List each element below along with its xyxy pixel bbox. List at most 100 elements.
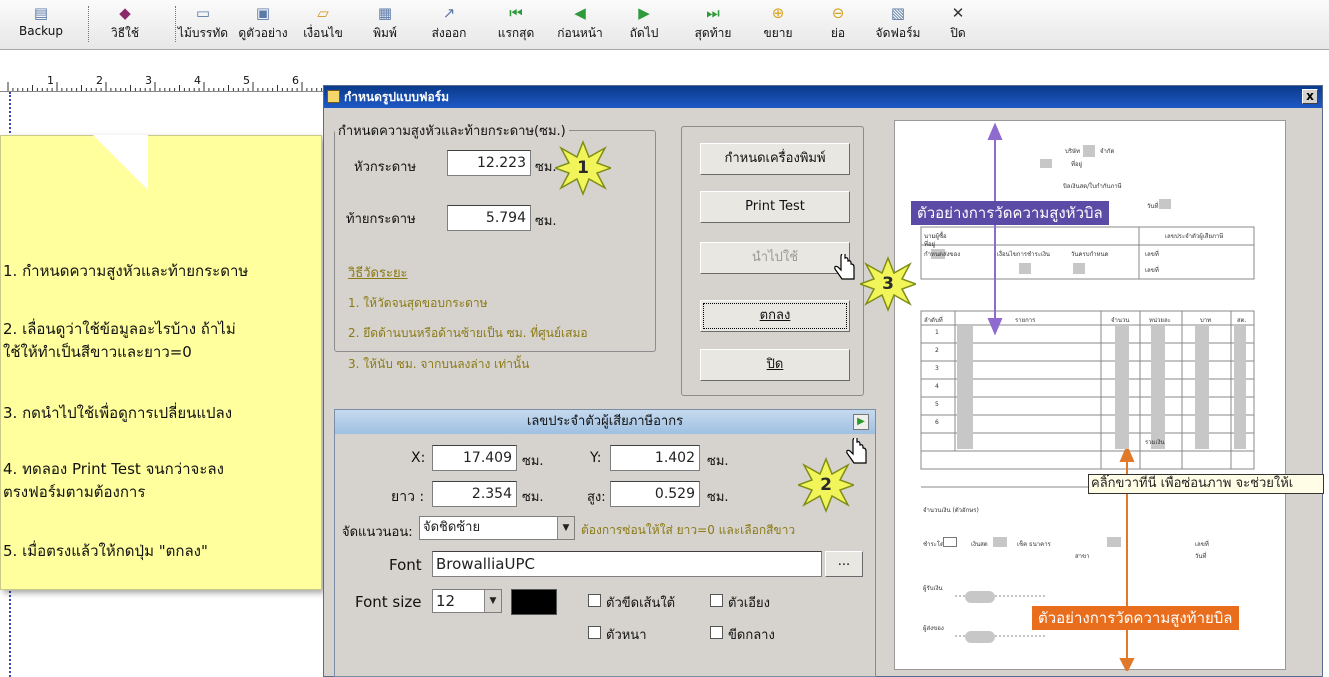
dialog-close-button[interactable]: x (1302, 89, 1318, 104)
toolbar-zoom-out-button[interactable]: ⊖ ย่อ (809, 5, 867, 45)
preview-column-block (957, 326, 973, 449)
ruler-mark: 3 (145, 74, 152, 87)
book-icon: ◆ (119, 4, 131, 22)
next-icon: ▶ (638, 4, 650, 22)
x-input[interactable]: 17.409 (432, 445, 517, 471)
last-icon: ⏭ (706, 4, 720, 22)
toolbar-separator (175, 6, 176, 42)
width-input[interactable]: 2.354 (432, 481, 517, 507)
footer-unit: ซม. (535, 214, 557, 229)
italic-checkbox[interactable] (710, 594, 723, 607)
callout-number-3: 3 (882, 274, 894, 294)
bill-taxid: เลขประจำตัวผู้เสียภาษี (1165, 233, 1224, 240)
font-browse-button[interactable]: ... (825, 551, 863, 577)
toolbar-close-button[interactable]: ✕ ปิด (929, 5, 987, 45)
bill-company: บริษัท (1065, 148, 1080, 155)
height-unit: ซม. (707, 490, 729, 505)
note-step-2-cont: ใช้ให้ทำเป็นสีขาวและยาว=0 (3, 343, 192, 361)
toolbar-printer-button[interactable]: ▦ พิมพ์ (356, 5, 414, 45)
preview-column-block (1195, 326, 1209, 449)
align-label: จัดแนวนอน: (342, 525, 413, 540)
preview-column-block (1151, 326, 1165, 449)
bill-no-2: เลขที่ (1145, 267, 1159, 274)
bold-checkbox[interactable] (588, 626, 601, 639)
chevron-down-icon[interactable]: ▼ (484, 590, 501, 612)
toolbar-last-button[interactable]: ⏭ สุดท้าย (684, 5, 742, 45)
bill-receipt-date: วันที่ (1195, 553, 1207, 560)
preview-icon: ▣ (255, 4, 271, 22)
toolbar-export-button[interactable]: ↗ ส่งออก (420, 5, 478, 45)
callout-number-1: 1 (577, 158, 589, 178)
underline-checkbox[interactable] (588, 594, 601, 607)
y-input[interactable]: 1.402 (610, 445, 700, 471)
preview-field-block (1083, 145, 1095, 157)
font-size-value: 12 (436, 592, 456, 610)
bill-col-item: รายการ (1015, 317, 1036, 324)
printer-setup-button[interactable]: กำหนดเครื่องพิมพ์ (700, 143, 850, 175)
toolbar-label: ส่งออก (431, 26, 467, 40)
header-height-input[interactable]: 12.223 (447, 150, 531, 176)
toolbar-preview-button[interactable]: ▣ ดูตัวอย่าง (234, 5, 292, 45)
dialog-title: กำหนดรูปแบบฟอร์ม (344, 90, 449, 104)
ok-button[interactable]: ตกลง (700, 300, 850, 332)
preview-field-block (965, 631, 995, 643)
next-field-arrow-icon[interactable]: ▶ (853, 414, 869, 430)
printer-icon: ▦ (377, 4, 393, 22)
toolbar-next-button[interactable]: ▶ ถัดไป (615, 5, 673, 45)
field-name: เลขประจำตัวผู้เสียภาษีอากร (526, 414, 684, 429)
bill-row-2: 2 (935, 347, 939, 354)
margin-legend: กำหนดความสูงหัวและท้ายกระดาษ(ซม.) (338, 124, 566, 139)
bill-col-baht: บาท (1200, 317, 1212, 324)
y-label: Y: (590, 450, 602, 466)
bill-due: วันครบกำหนด (1071, 251, 1109, 258)
bill-no: เลขที่ (1145, 251, 1159, 258)
font-color-swatch[interactable] (511, 589, 557, 615)
toolbar-form-button[interactable]: ▧ จัดฟอร์ม (869, 5, 927, 45)
bill-row-6: 6 (935, 419, 939, 426)
italic-label: ตัวเอียง (728, 596, 770, 611)
align-select[interactable]: จัดชิดซ้าย ▼ (419, 516, 575, 540)
hide-hint: ต้องการซ่อนให้ใส่ ยาว=0 และเลือกสีขาว (581, 523, 796, 537)
print-test-button[interactable]: Print Test (700, 191, 850, 223)
toolbar-label: ถัดไป (629, 26, 659, 40)
toolbar-save-button[interactable]: ▤ Backup (12, 5, 70, 45)
bill-date: วันที่ (1147, 203, 1159, 210)
apply-button[interactable]: นำไปใช้ (700, 242, 850, 274)
toolbar-book-button[interactable]: ◆ วิธีใช้ (96, 5, 154, 45)
chevron-down-icon[interactable]: ▼ (557, 517, 574, 539)
toolbar-ruler-button[interactable]: ▭ ไม้บรรทัด (174, 5, 232, 45)
preview-column-block (1234, 326, 1246, 449)
toolbar-label: เงื่อนไข (303, 26, 343, 40)
strike-checkbox[interactable] (710, 626, 723, 639)
close-button[interactable]: ปิด (700, 349, 850, 381)
font-size-select[interactable]: 12 ▼ (432, 589, 502, 613)
save-icon: ▤ (33, 4, 49, 22)
ruler: 1 2 3 4 5 6 (0, 70, 325, 92)
height-input[interactable]: 0.529 (610, 481, 700, 507)
width-unit: ซม. (522, 490, 544, 505)
bill-row-3: 3 (935, 365, 939, 372)
zoom-out-icon: ⊖ (831, 4, 845, 22)
measure-title: วิธีวัดระยะ (348, 266, 408, 281)
first-icon: ⏮ (509, 4, 523, 22)
callout-burst-3: 3 (857, 255, 919, 313)
preview-column-block (1115, 326, 1129, 449)
measure-step-1: 1. ให้วัดจนสุดขอบกระดาษ (348, 296, 488, 310)
toolbar: ▤ Backup ◆ วิธีใช้ ▭ ไม้บรรทัด ▣ ดูตัวอย่าง ▱ เงื… (0, 0, 1329, 50)
bill-doc-title: บิลเงินสด/ใบกำกับภาษี (1063, 183, 1122, 190)
ruler-icon: ▭ (195, 4, 211, 22)
toolbar-prev-button[interactable]: ◀ ก่อนหน้า (551, 5, 609, 45)
toolbar-label: ย่อ (830, 26, 846, 40)
bill-preview[interactable]: บริษัท จำกัด ที่อยู่ บิลเงินสด/ใบกำกับภา… (894, 120, 1286, 671)
toolbar-label: จัดฟอร์ม (875, 26, 921, 40)
toolbar-zoom-in-button[interactable]: ⊕ ขยาย (749, 5, 807, 45)
toolbar-folder-button[interactable]: ▱ เงื่อนไข (294, 5, 352, 45)
bill-amount-text: จำนวนเงิน (ตัวอักษร) (923, 507, 979, 514)
toolbar-label: ปิด (950, 26, 966, 40)
field-editor-panel: เลขประจำตัวผู้เสียภาษีอากร ▶ X: 17.409 ซ… (334, 409, 876, 677)
note-step-3: 3. กดนำไปใช้เพื่อดูการเปลี่ยนแปลง (3, 404, 233, 422)
footer-height-input[interactable]: 5.794 (447, 205, 531, 231)
x-unit: ซม. (522, 454, 544, 469)
font-input[interactable]: BrowalliaUPC (432, 551, 822, 577)
toolbar-first-button[interactable]: ⏮ แรกสุด (487, 5, 545, 45)
